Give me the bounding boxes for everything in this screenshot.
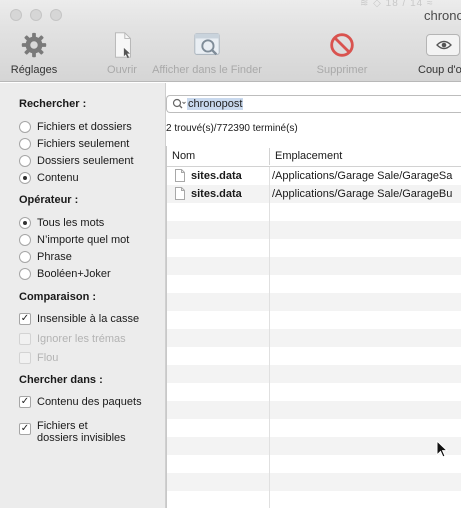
search-files-and-folders-option[interactable]: Fichiers et dossiers [19,119,132,135]
checkbox-disabled[interactable] [19,352,31,364]
minimize-window-button[interactable] [30,9,42,21]
search-status: 2 trouvé(s)/772390 terminé(s) [166,123,298,134]
empty-row [167,293,461,311]
column-header-name[interactable]: Nom [172,150,195,162]
radio-button[interactable] [19,268,31,280]
search-content-option[interactable]: Contenu [19,170,79,186]
eye-icon [436,40,452,50]
finder-magnify-icon [194,33,220,56]
search-icon [172,98,186,109]
search-field[interactable]: chronopost [166,95,461,113]
empty-row [167,455,461,473]
quick-look-label: Coup d'œ [418,64,461,76]
radio-button[interactable] [19,234,31,246]
cell-name: sites.data [175,187,242,200]
invisible-files-label-line1: Fichiers et [37,420,88,432]
document-icon [175,187,185,200]
radio-button[interactable] [19,121,31,133]
delete-button[interactable]: Supprimer [312,28,372,82]
document-icon [175,169,185,182]
operator-heading: Opérateur : [19,194,79,206]
invisible-files-label: Fichiers et dossiers invisibles [37,420,126,444]
invisible-files-label-line2: dossiers invisibles [37,432,126,444]
background-window-title: ≋ ◇ 18 / 14 ≈ [360,0,434,9]
document-icon [114,32,131,59]
options-panel: Rechercher : Fichiers et dossiers Fichie… [0,83,166,508]
column-header-location[interactable]: Emplacement [275,150,342,162]
table-row[interactable]: sites.data /Applications/Garage Sale/Gar… [167,185,461,203]
case-insensitive-checkbox[interactable]: ✓ Insensible à la casse [19,311,139,327]
radio-button-selected[interactable] [19,172,31,184]
settings-button[interactable]: Réglages [6,28,62,82]
empty-row [167,239,461,257]
empty-row [167,347,461,365]
quick-look-frame [426,34,460,56]
open-label: Ouvrir [107,64,137,76]
invisible-files-checkbox[interactable]: ✓ Fichiers et dossiers invisibles [19,420,126,450]
quick-look-button[interactable]: Coup d'œ [416,28,461,82]
show-in-finder-button[interactable]: Afficher dans le Finder [146,28,268,82]
toolbar: Réglages Ouvrir Afficher dans le Finder … [0,28,461,82]
zoom-window-button[interactable] [50,9,62,21]
empty-row [167,473,461,491]
checkbox-checked[interactable]: ✓ [19,396,31,408]
cell-name: sites.data [175,169,242,182]
checkbox-checked[interactable]: ✓ [19,313,31,325]
empty-row [167,329,461,347]
checkbox-disabled[interactable] [19,333,31,345]
window-title: chrono [424,8,461,23]
empty-row [167,275,461,293]
package-contents-checkbox[interactable]: ✓ Contenu des paquets [19,394,142,410]
empty-row [167,257,461,275]
radio-button[interactable] [19,251,31,263]
fuzzy-checkbox[interactable]: Flou [19,350,58,366]
search-in-heading: Chercher dans : [19,374,103,386]
prohibited-icon [330,33,354,57]
empty-row [167,365,461,383]
column-separator [269,167,270,508]
radio-button[interactable] [19,138,31,150]
search-folders-only-option[interactable]: Dossiers seulement [19,153,134,169]
empty-row [167,203,461,221]
comparison-heading: Comparaison : [19,291,97,303]
empty-row [167,437,461,455]
ignore-diacritics-checkbox[interactable]: Ignorer les trémas [19,331,126,347]
gear-icon [21,32,47,58]
search-input[interactable]: chronopost [187,98,244,110]
operator-any-word-option[interactable]: N’importe quel mot [19,232,129,248]
radio-button-selected[interactable] [19,217,31,229]
open-button[interactable]: Ouvrir [104,28,140,82]
search-files-only-option[interactable]: Fichiers seulement [19,136,129,152]
mouse-pointer-icon [436,440,448,458]
file-name: sites.data [191,169,242,182]
settings-label: Réglages [10,64,58,76]
column-divider[interactable] [269,148,270,165]
empty-row [167,311,461,329]
file-location: /Applications/Garage Sale/GarageBu [272,188,453,200]
close-window-button[interactable] [10,9,22,21]
delete-label: Supprimer [316,64,368,76]
checkbox-checked[interactable]: ✓ [19,423,31,435]
empty-row [167,491,461,508]
operator-phrase-option[interactable]: Phrase [19,249,72,265]
show-in-finder-label: Afficher dans le Finder [152,64,262,76]
search-type-heading: Rechercher : [19,98,87,110]
empty-row [167,419,461,437]
file-name: sites.data [191,187,242,200]
empty-row [167,221,461,239]
empty-row [167,383,461,401]
empty-row [167,401,461,419]
radio-button[interactable] [19,155,31,167]
operator-all-words-option[interactable]: Tous les mots [19,215,104,231]
operator-boolean-option[interactable]: Booléen+Joker [19,266,111,282]
table-body: sites.data /Applications/Garage Sale/Gar… [167,167,461,508]
table-header: Nom Emplacement [167,146,461,167]
title-bar: ≋ ◇ 18 / 14 ≈ chrono [0,0,461,28]
file-location: /Applications/Garage Sale/GarageSa [272,170,453,182]
table-row[interactable]: sites.data /Applications/Garage Sale/Gar… [167,167,461,185]
results-table: Nom Emplacement sites.data /Applications… [166,146,461,508]
